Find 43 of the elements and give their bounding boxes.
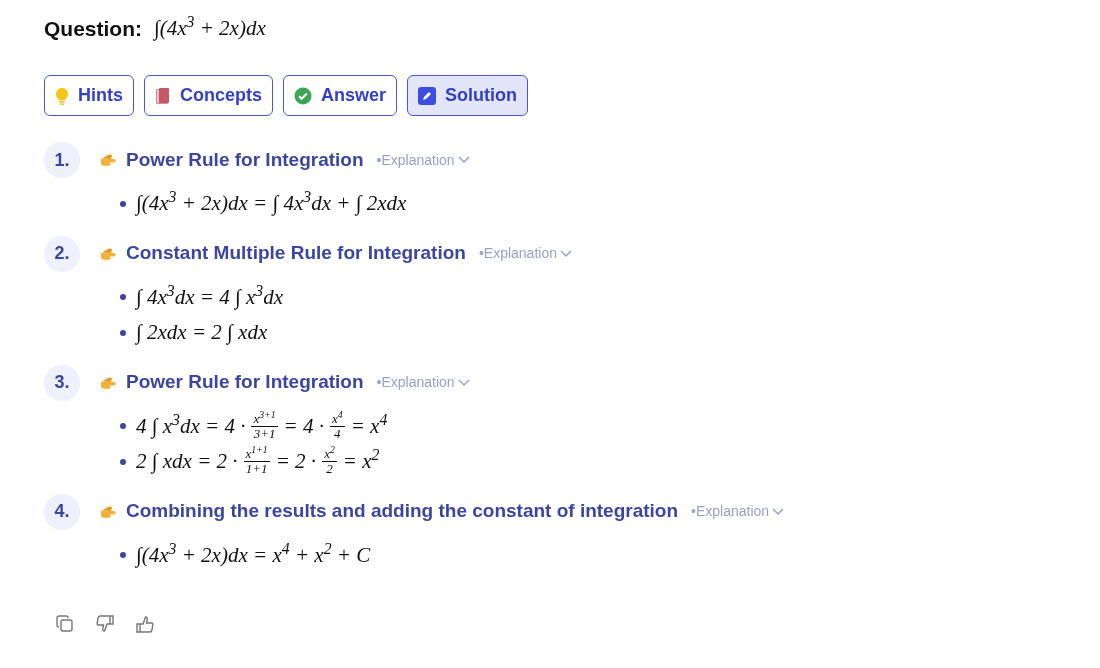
tab[interactable]: Answer xyxy=(283,75,398,116)
chevron-down-icon xyxy=(772,507,785,516)
step-number: 1. xyxy=(44,142,80,178)
fraction: x$^{1+1}$ 1+1 xyxy=(243,447,270,477)
check-circle-icon xyxy=(294,86,312,105)
tab[interactable]: Solution xyxy=(407,75,529,116)
step-title: Combining the results and adding the constant of integration xyxy=(126,499,679,524)
copy-icon[interactable] xyxy=(56,615,74,633)
fraction: x$^{2}$ 2 xyxy=(322,447,337,477)
math-expression: ∫(4x$^{3}$ + 2x)dx xyxy=(154,13,266,43)
chevron-down-icon xyxy=(457,378,470,387)
step-number: 4. xyxy=(44,493,80,530)
math-expression: 2 ∫ xdx = 2 · xyxy=(136,448,238,476)
step-title: Power Rule for Integration xyxy=(126,370,364,395)
math-expression: ∫ 2xdx = 2 ∫ xdx xyxy=(136,319,268,347)
math-expression: ∫(4x$^{3}$ + 2x)dx = x$^{4}$ + x$^{2}$ + C xyxy=(136,539,371,570)
math-expression: = x$^{2}$ xyxy=(342,446,380,475)
pencil-square-icon xyxy=(418,86,437,105)
math-expression: = 4 · xyxy=(283,412,324,440)
bullet-icon xyxy=(120,329,126,336)
step-number: 3. xyxy=(44,364,80,401)
math-expression: ∫ 4x$^{3}$dx = 4 ∫ x$^{3}$dx xyxy=(136,281,283,312)
bullet-icon xyxy=(120,458,126,465)
math-expression: ∫(4x$^{3}$ + 2x)dx = ∫ 4x$^{3}$dx + ∫ 2xdx xyxy=(136,188,407,218)
bullet-icon xyxy=(120,552,126,559)
thumbs-down-icon[interactable] xyxy=(96,615,114,633)
chevron-down-icon xyxy=(559,249,572,258)
bullet-icon xyxy=(120,423,126,430)
math-expression: = x$^{4}$ xyxy=(350,410,388,440)
math-expression: 4 ∫ x$^{3}$dx = 4 · xyxy=(136,410,246,441)
step-title: Power Rule for Integration xyxy=(126,147,364,172)
step-title: Constant Multiple Rule for Integration xyxy=(126,241,466,266)
tab[interactable]: Hints xyxy=(44,75,134,116)
bullet-icon xyxy=(120,200,126,207)
lightbulb-icon xyxy=(55,86,69,105)
question-label: Question: xyxy=(44,16,142,43)
bullet-icon xyxy=(120,294,126,301)
chevron-down-icon xyxy=(457,156,470,164)
tab[interactable]: Concepts xyxy=(144,75,273,116)
math-expression: = 2 · xyxy=(275,448,317,475)
thumbs-up-icon[interactable] xyxy=(136,615,154,633)
book-icon xyxy=(155,86,171,105)
step-number: 2. xyxy=(44,235,80,272)
